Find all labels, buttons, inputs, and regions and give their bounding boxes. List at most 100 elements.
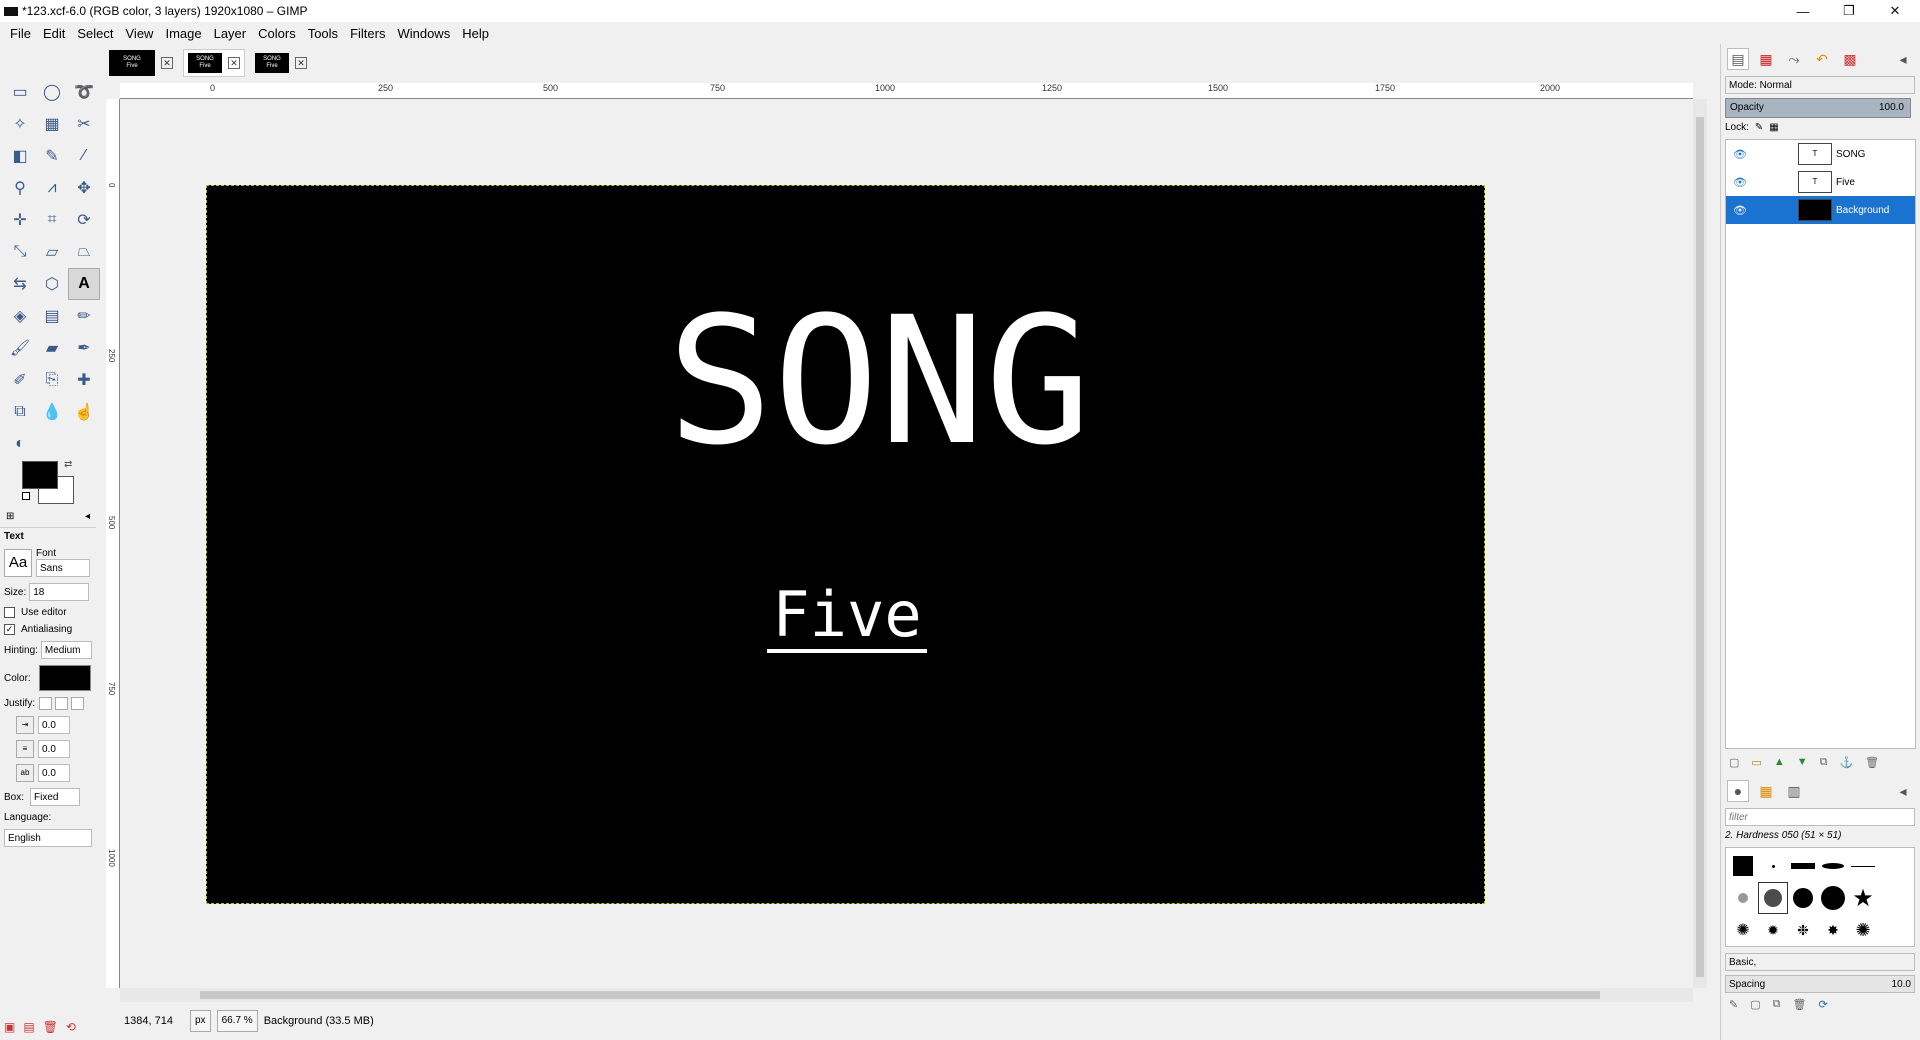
size-input[interactable]: 18 bbox=[29, 583, 90, 601]
paintbrush-icon[interactable]: 🖌 bbox=[4, 332, 36, 364]
refresh-brushes-icon[interactable]: ⟳ bbox=[1818, 998, 1827, 1011]
menu-layer[interactable]: Layer bbox=[208, 26, 253, 41]
brush-item[interactable] bbox=[1788, 850, 1818, 882]
maximize-button[interactable]: ❐ bbox=[1826, 0, 1872, 22]
flip-icon[interactable]: ⇆ bbox=[4, 268, 36, 300]
align-icon[interactable]: ✛ bbox=[4, 204, 36, 236]
justify-right-icon[interactable] bbox=[55, 697, 69, 710]
brush-item[interactable] bbox=[1788, 882, 1818, 914]
layer-row-five[interactable]: 👁 T Five bbox=[1726, 168, 1915, 196]
menu-image[interactable]: Image bbox=[159, 26, 207, 41]
color-picker-icon[interactable]: ⁄ bbox=[68, 140, 100, 172]
cage-icon[interactable]: ⬡ bbox=[36, 268, 68, 300]
menu-colors[interactable]: Colors bbox=[252, 26, 302, 41]
menu-tools[interactable]: Tools bbox=[302, 26, 344, 41]
close-button[interactable]: ✕ bbox=[1872, 0, 1918, 22]
image-tab-1[interactable]: SONG Five ✕ bbox=[105, 47, 177, 79]
tab-close-icon[interactable]: ✕ bbox=[161, 57, 173, 69]
letter-spacing-input[interactable]: 0.0 bbox=[38, 764, 70, 782]
colormap-tab-icon[interactable]: ▩ bbox=[1839, 48, 1861, 70]
dock-menu-icon[interactable]: ◂ bbox=[1892, 48, 1914, 70]
brush-item[interactable] bbox=[1818, 882, 1848, 914]
measure-icon[interactable]: ⩘ bbox=[36, 172, 68, 204]
eye-icon[interactable]: 👁 bbox=[1730, 176, 1750, 189]
shear-icon[interactable]: ▱ bbox=[36, 236, 68, 268]
justify-center-icon[interactable] bbox=[71, 697, 85, 710]
undo-tab-icon[interactable]: ↶ bbox=[1811, 48, 1833, 70]
channels-tab-icon[interactable]: ▦ bbox=[1755, 48, 1777, 70]
scissors-icon[interactable]: ✂ bbox=[68, 108, 100, 140]
unit-select[interactable]: px bbox=[190, 1010, 211, 1032]
brush-item[interactable]: ✸ bbox=[1818, 914, 1848, 946]
fuzzy-select-icon[interactable]: ✧ bbox=[4, 108, 36, 140]
box-select[interactable]: Fixed bbox=[30, 788, 81, 806]
brush-preset-select[interactable]: Basic, bbox=[1725, 953, 1915, 971]
scrollbar-thumb[interactable] bbox=[200, 991, 1600, 999]
lock-pixels-icon[interactable]: ✎ bbox=[1755, 122, 1763, 133]
text-tool-icon[interactable]: A bbox=[68, 268, 100, 300]
restore-options-icon[interactable]: ▤ bbox=[23, 1020, 34, 1034]
brush-item[interactable]: ✹ bbox=[1758, 914, 1788, 946]
brush-item[interactable]: ✺ bbox=[1728, 914, 1758, 946]
language-input[interactable]: English bbox=[4, 829, 92, 847]
menu-help[interactable]: Help bbox=[456, 26, 495, 41]
edit-brush-icon[interactable]: ✎ bbox=[1729, 998, 1738, 1011]
eye-icon[interactable]: 👁 bbox=[1730, 204, 1750, 217]
new-layer-group-icon[interactable]: ▭ bbox=[1751, 756, 1761, 769]
blur-icon[interactable]: 💧 bbox=[36, 396, 68, 428]
antialiasing-checkbox[interactable]: ✓ bbox=[4, 624, 15, 635]
brush-item[interactable] bbox=[1878, 850, 1908, 882]
minimize-button[interactable]: — bbox=[1780, 0, 1826, 22]
brush-item[interactable] bbox=[1818, 850, 1848, 882]
brushes-tab-icon[interactable]: ● bbox=[1727, 780, 1749, 802]
perspective-icon[interactable]: ⏢ bbox=[68, 236, 100, 268]
lock-alpha-icon[interactable]: ▦ bbox=[1769, 122, 1778, 133]
delete-options-icon[interactable]: 🗑 bbox=[43, 1020, 58, 1034]
image-document[interactable]: SONG Five bbox=[206, 185, 1485, 904]
brush-item[interactable]: ★ bbox=[1848, 882, 1878, 914]
menu-file[interactable]: File bbox=[4, 26, 37, 41]
zoom-select[interactable]: 66.7 % bbox=[216, 1010, 258, 1032]
image-tab-3[interactable]: SONG Five ✕ bbox=[251, 50, 311, 76]
layers-tab-icon[interactable]: ▤ bbox=[1727, 48, 1749, 70]
mode-select[interactable]: Mode: Normal bbox=[1725, 76, 1915, 94]
justify-left-icon[interactable] bbox=[39, 697, 53, 710]
vertical-scrollbar[interactable] bbox=[1693, 99, 1707, 988]
anchor-layer-icon[interactable]: ⚓ bbox=[1839, 756, 1853, 769]
tool-options-tab-icon[interactable]: ⊞ bbox=[6, 511, 14, 522]
pencil-icon[interactable]: ✏ bbox=[68, 300, 100, 332]
menu-select[interactable]: Select bbox=[71, 26, 119, 41]
airbrush-icon[interactable]: ✒ bbox=[68, 332, 100, 364]
song-text-layer[interactable]: SONG bbox=[552, 294, 1206, 470]
menu-filters[interactable]: Filters bbox=[344, 26, 391, 41]
indent-input[interactable]: 0.0 bbox=[38, 716, 70, 734]
brush-item[interactable] bbox=[1878, 882, 1908, 914]
blend-icon[interactable]: ▤ bbox=[36, 300, 68, 332]
line-spacing-input[interactable]: 0.0 bbox=[38, 740, 70, 758]
move-icon[interactable]: ✥ bbox=[68, 172, 100, 204]
opacity-slider[interactable]: Opacity 100.0 bbox=[1725, 98, 1911, 118]
save-options-icon[interactable]: ▣ bbox=[4, 1020, 15, 1034]
tab-close-icon[interactable]: ✕ bbox=[295, 57, 307, 69]
brush-item[interactable] bbox=[1848, 850, 1878, 882]
reset-options-icon[interactable]: ⟲ bbox=[66, 1020, 76, 1034]
rect-select-icon[interactable]: ▭ bbox=[4, 76, 36, 108]
rotate-icon[interactable]: ⟳ bbox=[68, 204, 100, 236]
brush-item[interactable] bbox=[1758, 882, 1788, 914]
text-color-button[interactable] bbox=[38, 665, 91, 691]
duplicate-brush-icon[interactable]: ⧉ bbox=[1773, 998, 1781, 1011]
five-text-layer[interactable]: Five bbox=[767, 581, 927, 653]
brush-item[interactable] bbox=[1728, 882, 1758, 914]
spacing-slider[interactable]: Spacing 10.0 bbox=[1725, 975, 1915, 993]
ink-icon[interactable]: ✐ bbox=[4, 364, 36, 396]
color-select-icon[interactable]: ▦ bbox=[36, 108, 68, 140]
lower-layer-icon[interactable]: ▼ bbox=[1797, 756, 1808, 769]
clone-icon[interactable]: ⎘ bbox=[36, 364, 68, 396]
dock-menu-icon[interactable]: ◂ bbox=[1892, 780, 1914, 802]
image-canvas[interactable]: SONG Five bbox=[120, 99, 1693, 988]
brush-item[interactable]: ❉ bbox=[1788, 914, 1818, 946]
image-tab-2[interactable]: SONG Five ✕ bbox=[183, 49, 245, 77]
swap-colors-icon[interactable]: ⇄ bbox=[64, 459, 72, 470]
hinting-select[interactable]: Medium bbox=[40, 641, 92, 659]
delete-brush-icon[interactable]: 🗑 bbox=[1792, 998, 1806, 1011]
